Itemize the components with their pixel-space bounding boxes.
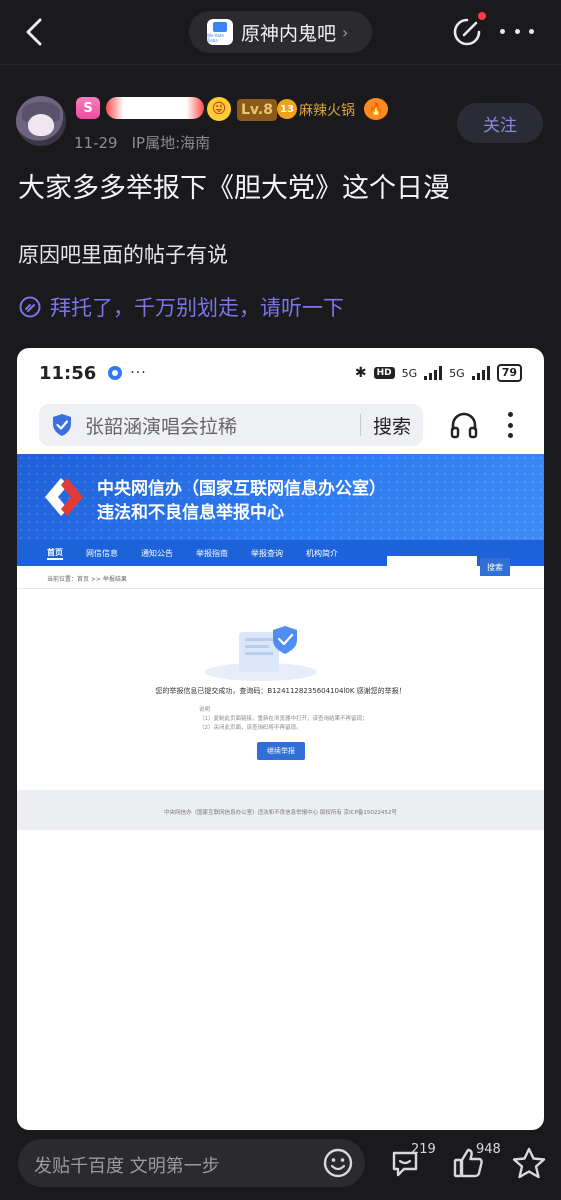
level-badge: Lv.8 <box>237 99 277 121</box>
nav-info[interactable]: 网信信息 <box>86 548 118 559</box>
avatar[interactable] <box>16 96 66 146</box>
reply-placeholder[interactable]: 发贴千百度 文明第一步 <box>34 1152 220 1178</box>
like-count: 948 <box>476 1142 501 1157</box>
battery-icon: 79 <box>496 364 522 382</box>
footer-text: 中央网信办（国家互联网信息办公室）违法和不良信息举报中心 版权所有 京ICP备1… <box>164 810 397 816</box>
success-message: 您的举报信息已提交成功，查询码：B1241128235604104l0K 感谢您… <box>155 687 406 695</box>
headphone-icon[interactable] <box>449 410 479 440</box>
username-redacted[interactable] <box>106 97 204 119</box>
post-title: 大家多多举报下《胆大党》这个日漫 <box>18 173 450 204</box>
post-link[interactable]: 拜托了，千万别划走，请听一下 <box>18 292 344 322</box>
site-banner: 中央网信办（国家互联网信息办公室） 违法和不良信息举报中心 <box>17 454 544 540</box>
nav-home[interactable]: 首页 <box>47 547 63 560</box>
status-time: 11:56 <box>39 362 97 384</box>
post-link-text: 拜托了，千万别划走，请听一下 <box>50 296 344 320</box>
comment-count: 219 <box>411 1142 436 1157</box>
forum-name-pill[interactable]: We Hate Tieba 原神内鬼吧 › <box>189 11 372 53</box>
success-illustration <box>205 626 317 681</box>
forum-logo-icon: We Hate Tieba <box>207 19 233 45</box>
shield-check-icon <box>53 414 71 436</box>
site-search-button[interactable]: 搜索 <box>480 558 510 576</box>
signal-icon-2 <box>471 366 490 380</box>
follow-button[interactable]: 关注 <box>457 103 543 143</box>
banner-title: 中央网信办（国家互联网信息办公室） <box>97 479 386 499</box>
network-5g-label: 5G <box>401 366 418 380</box>
app-indicator-icon <box>108 366 123 380</box>
nav-notices[interactable]: 通知公告 <box>141 548 173 559</box>
back-arrow-icon[interactable] <box>18 14 50 50</box>
search-button[interactable]: 搜索 <box>373 412 411 439</box>
top-bar: We Hate Tieba 原神内鬼吧 › <box>0 0 561 64</box>
tongue-emoji-icon: 😜 <box>207 97 231 121</box>
link-icon <box>19 296 41 318</box>
post-meta: 11-29 IP属地:海南 <box>74 132 210 153</box>
site-footer: 中央网信办（国家互联网信息办公室）违法和不良信息举报中心 版权所有 京ICP备1… <box>17 790 544 830</box>
nav-query[interactable]: 举报查询 <box>251 548 283 559</box>
star-favorite-icon[interactable] <box>512 1147 546 1179</box>
notification-dot <box>478 12 486 20</box>
post-date: 11-29 <box>74 134 118 152</box>
status-ellipsis: ··· <box>130 365 147 381</box>
search-query[interactable]: 张韶涵演唱会拉稀 <box>85 412 360 439</box>
forum-name: 原神内鬼吧 <box>241 22 337 45</box>
network-5g-label-2: 5G <box>449 366 465 380</box>
fire-badge-icon: 🔥 <box>364 98 388 120</box>
ip-location: IP属地:海南 <box>131 134 211 152</box>
more-options-icon[interactable] <box>500 20 534 42</box>
hd-icon: HD <box>373 367 395 379</box>
title-tag: 麻辣火锅 <box>299 103 355 119</box>
signal-icon <box>424 366 443 380</box>
breadcrumb: 当前位置：首页 >> 举报结果 <box>47 576 127 583</box>
header-divider <box>0 64 561 65</box>
nav-guide[interactable]: 举报指南 <box>196 548 228 559</box>
screenshot-status-bar: 11:56 ··· ✱ HD 5G 5G 79 <box>17 348 544 398</box>
chevron-right-icon: › <box>342 22 349 42</box>
site-search-input[interactable] <box>387 556 477 572</box>
banner-subtitle: 违法和不良信息举报中心 <box>97 503 284 523</box>
browser-search-bar[interactable]: 张韶涵演唱会拉稀 搜索 <box>39 404 423 446</box>
browser-menu-icon[interactable] <box>508 412 514 438</box>
nav-about[interactable]: 机构简介 <box>306 548 338 559</box>
vip-crown-badge: S <box>76 97 100 119</box>
medal-badge: 13 <box>277 99 297 119</box>
bluetooth-icon: ✱ <box>354 365 367 381</box>
attached-screenshot[interactable]: 11:56 ··· ✱ HD 5G 5G 79 张韶涵演唱会拉稀 搜索 中央网信… <box>17 348 544 1130</box>
emoji-icon[interactable] <box>322 1147 354 1179</box>
continue-report-button[interactable]: 继续举报 <box>257 742 305 760</box>
edit-post-icon[interactable] <box>451 16 483 48</box>
notes: 说明 （1）复制此页面链接，重新在浏览器中打开，该查询结果不再留现； （2）关闭… <box>199 707 368 731</box>
post-body: 原因吧里面的帖子有说 <box>18 243 228 267</box>
site-logo-icon <box>45 478 83 516</box>
